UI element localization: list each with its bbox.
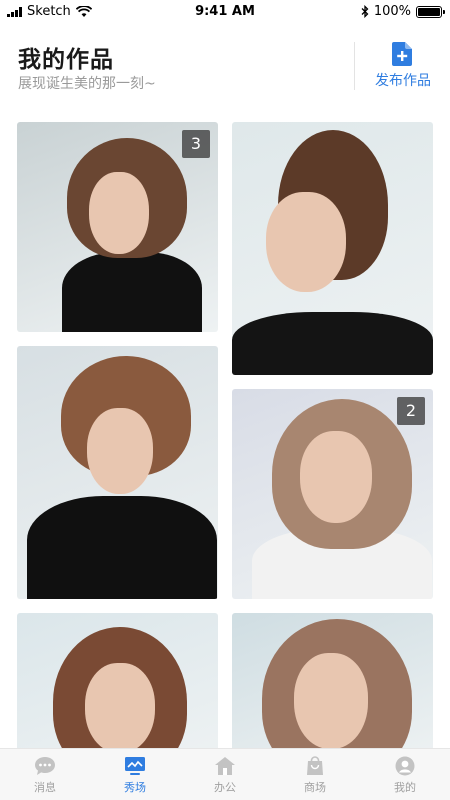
battery-icon — [416, 5, 445, 18]
tab-showcase-label: 秀场 — [124, 781, 146, 794]
tab-profile-label: 我的 — [394, 781, 416, 794]
add-document-icon — [392, 42, 412, 66]
office-icon — [215, 757, 235, 775]
chat-icon — [35, 757, 55, 775]
work-card[interactable] — [17, 346, 218, 599]
photo-figure-face — [89, 172, 149, 254]
publish-work-label: 发布作品 — [375, 73, 431, 89]
photo-figure-body — [232, 312, 433, 375]
tab-shop[interactable]: 商场 — [270, 749, 360, 800]
page-header: 我的作品 展现诞生美的那一刻~ 发布作品 — [0, 24, 450, 112]
showcase-icon — [125, 757, 145, 775]
publish-work-button[interactable]: 发布作品 — [360, 38, 446, 94]
photo-figure-body — [62, 252, 202, 332]
page-title: 我的作品 — [18, 47, 114, 73]
tab-profile[interactable]: 我的 — [360, 749, 450, 800]
tab-office-label: 办公 — [214, 781, 236, 794]
shop-bag-icon — [307, 756, 323, 775]
work-card[interactable]: 2 — [232, 389, 433, 599]
profile-icon — [395, 756, 415, 776]
tab-messages-label: 消息 — [34, 781, 56, 794]
work-card[interactable]: 3 — [17, 122, 218, 332]
bluetooth-icon — [361, 5, 369, 18]
page-subtitle: 展现诞生美的那一刻~ — [18, 76, 156, 92]
work-card[interactable] — [232, 122, 433, 375]
photo-figure-face — [87, 408, 153, 494]
photo-count-badge: 3 — [182, 130, 210, 158]
tab-shop-label: 商场 — [304, 781, 326, 794]
battery-level — [418, 7, 440, 16]
tab-office[interactable]: 办公 — [180, 749, 270, 800]
photo-count-badge: 2 — [397, 397, 425, 425]
photo-figure-face — [300, 431, 372, 523]
photo-figure-face — [294, 653, 368, 748]
bottom-tab-bar: 消息 秀场 办公 商场 我的 — [0, 748, 450, 800]
tab-messages[interactable]: 消息 — [0, 749, 90, 800]
battery-percent: 100% — [373, 4, 411, 19]
photo-figure-face — [85, 663, 155, 748]
photo-figure-face — [266, 192, 346, 292]
work-card[interactable] — [17, 613, 218, 748]
header-divider — [354, 42, 355, 90]
tab-showcase[interactable]: 秀场 — [90, 749, 180, 800]
work-card[interactable] — [232, 613, 433, 748]
status-bar: Sketch 9:41 AM 100% — [0, 0, 450, 24]
status-right: 100% — [361, 4, 445, 19]
photo-figure-body — [27, 496, 217, 599]
works-grid: 3 2 — [0, 112, 450, 748]
